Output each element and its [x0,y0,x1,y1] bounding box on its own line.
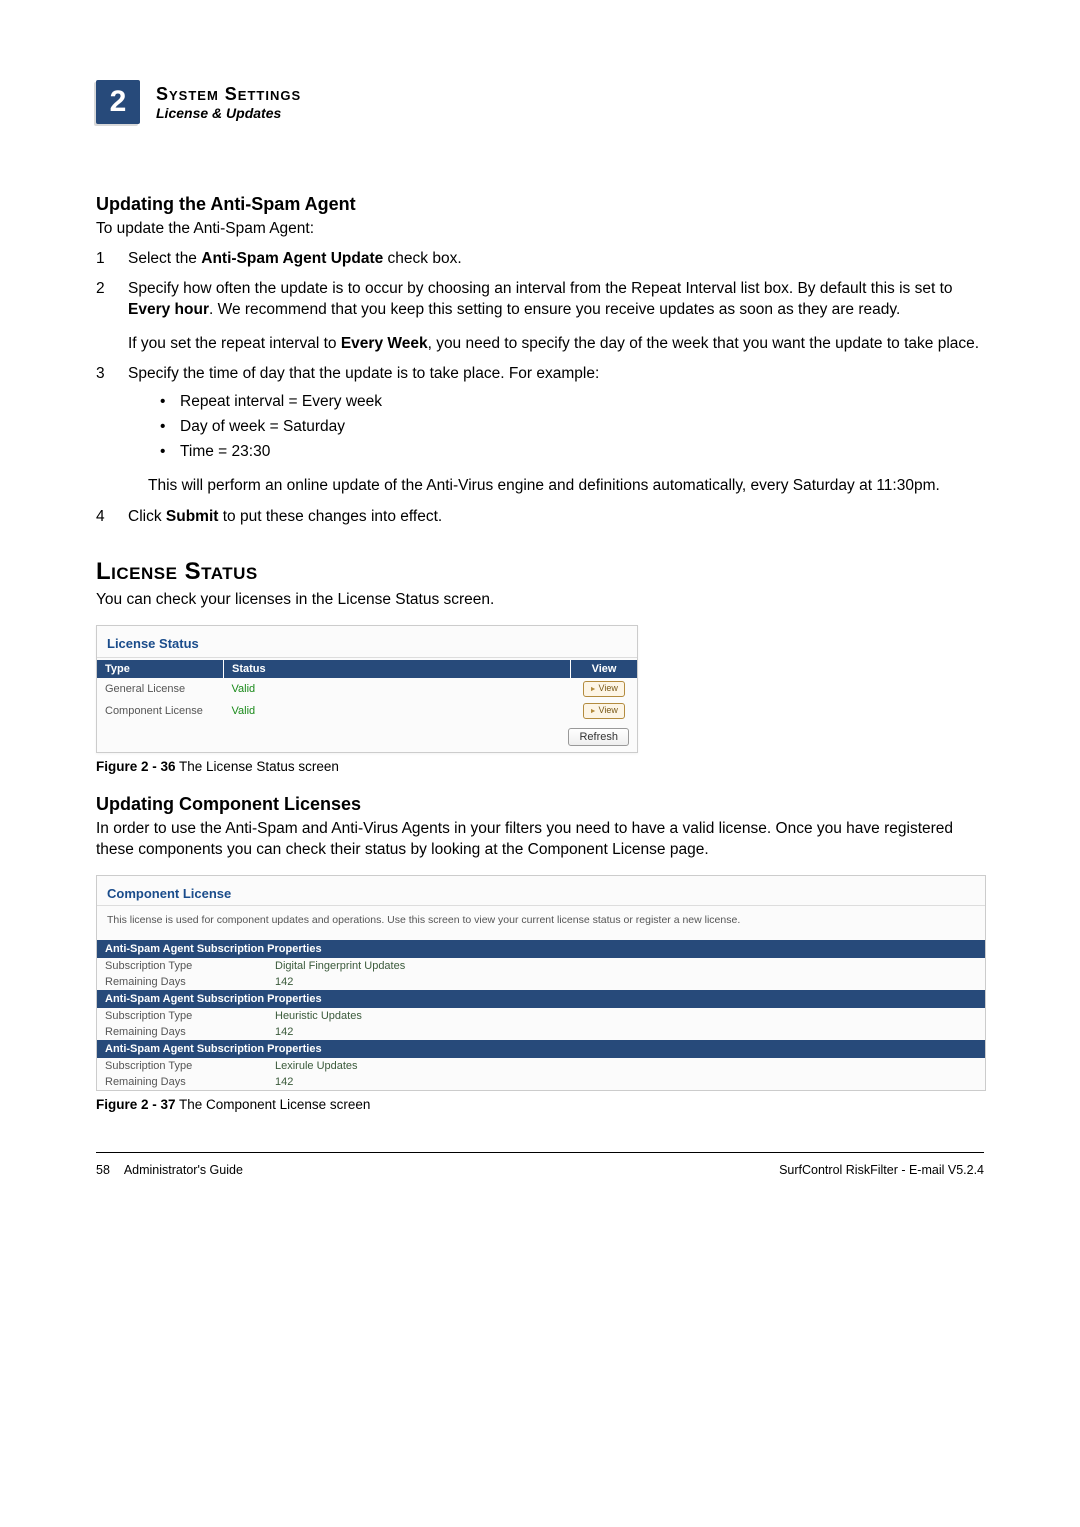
col-status: Status [224,660,571,678]
table-row: Subscription Type Heuristic Updates [97,1008,985,1024]
fig-caption-bold: Figure 2 - 37 [96,1097,176,1112]
chapter-header: 2 System Settings License & Updates [96,80,984,124]
row-value: Digital Fingerprint Updates [275,960,405,972]
table-row: Remaining Days 142 [97,974,985,990]
cell-type: Component License [97,700,224,722]
group-header: Anti-Spam Agent Subscription Properties [97,1040,985,1058]
table-row: Remaining Days 142 [97,1074,985,1090]
col-view: View [571,660,638,678]
step2-para2-a: If you set the repeat interval to [128,335,341,352]
step2-bold1: Every hour [128,301,209,318]
license-status-screenshot: License Status Type Status View General … [96,625,638,753]
step-3: Specify the time of day that the update … [96,363,984,497]
row-label: Remaining Days [105,1076,275,1088]
component-license-screenshot: Component License This license is used f… [96,875,986,1091]
step2-bold2: Every Week [341,335,428,352]
component-license-panel-desc: This license is used for component updat… [97,906,985,940]
row-label: Remaining Days [105,1026,275,1038]
row-label: Subscription Type [105,960,275,972]
row-value: 142 [275,1026,293,1038]
bullet-time: Time = 23:30 [160,440,984,465]
section-updating-anti-spam: Updating the Anti-Spam Agent [96,194,984,215]
table-row: Subscription Type Digital Fingerprint Up… [97,958,985,974]
step1-text-pre: Select the [128,250,201,267]
step4-post: to put these changes into effect. [218,508,442,525]
row-value: 142 [275,976,293,988]
footer-rule [96,1152,984,1153]
view-link[interactable]: View [583,703,625,719]
license-status-table: Type Status View General License Valid V… [97,660,637,722]
page-footer: 58 Administrator's Guide SurfControl Ris… [96,1163,984,1177]
figure-2-36-caption: Figure 2 - 36 The License Status screen [96,759,984,774]
figure-2-37-caption: Figure 2 - 37 The Component License scre… [96,1097,984,1112]
step3-note: This will perform an online update of th… [148,475,984,497]
cell-status: Valid [224,700,571,722]
step4-pre: Click [128,508,166,525]
cell-status: Valid [224,678,571,700]
fig-caption-text: The Component License screen [176,1097,371,1112]
row-label: Subscription Type [105,1010,275,1022]
row-value: Lexirule Updates [275,1060,358,1072]
section3-intro: In order to use the Anti-Spam and Anti-V… [96,819,984,861]
row-label: Remaining Days [105,976,275,988]
row-value: 142 [275,1076,293,1088]
step3-intro: Specify the time of day that the update … [128,365,599,382]
bullet-day-of-week: Day of week = Saturday [160,415,984,440]
refresh-button[interactable]: Refresh [568,728,629,746]
table-row: Component License Valid View [97,700,637,722]
chapter-title: System Settings [156,84,301,105]
step2-text-a: Specify how often the update is to occur… [128,280,953,297]
chapter-number-box: 2 [96,80,140,124]
step3-bullets: Repeat interval = Every week Day of week… [160,390,984,464]
step4-bold: Submit [166,508,219,525]
step1-bold: Anti-Spam Agent Update [201,250,383,267]
group-header: Anti-Spam Agent Subscription Properties [97,940,985,958]
section-license-status: License Status [96,558,984,586]
row-label: Subscription Type [105,1060,275,1072]
steps-list: Select the Anti-Spam Agent Update check … [96,248,984,528]
section-updating-component-licenses: Updating Component Licenses [96,794,984,815]
step1-text-post: check box. [383,250,461,267]
step2-text-b: . We recommend that you keep this settin… [209,301,900,318]
table-row: Subscription Type Lexirule Updates [97,1058,985,1074]
footer-right: SurfControl RiskFilter - E-mail V5.2.4 [779,1163,984,1177]
step-4: Click Submit to put these changes into e… [96,506,984,528]
group-header: Anti-Spam Agent Subscription Properties [97,990,985,1008]
step2-para2-b: , you need to specify the day of the wee… [428,335,979,352]
license-status-panel-title: License Status [97,626,637,658]
table-row: Remaining Days 142 [97,1024,985,1040]
fig-caption-bold: Figure 2 - 36 [96,759,176,774]
component-license-panel-title: Component License [97,876,985,906]
section1-intro: To update the Anti-Spam Agent: [96,219,984,240]
cell-type: General License [97,678,224,700]
chapter-subtitle: License & Updates [156,105,301,121]
row-value: Heuristic Updates [275,1010,362,1022]
step-1: Select the Anti-Spam Agent Update check … [96,248,984,270]
step-2: Specify how often the update is to occur… [96,278,984,355]
view-link[interactable]: View [583,681,625,697]
page-number: 58 [96,1163,110,1177]
fig-caption-text: The License Status screen [176,759,339,774]
footer-left: Administrator's Guide [124,1163,243,1177]
section2-intro: You can check your licenses in the Licen… [96,590,984,611]
bullet-repeat-interval: Repeat interval = Every week [160,390,984,415]
col-type: Type [97,660,224,678]
table-row: General License Valid View [97,678,637,700]
